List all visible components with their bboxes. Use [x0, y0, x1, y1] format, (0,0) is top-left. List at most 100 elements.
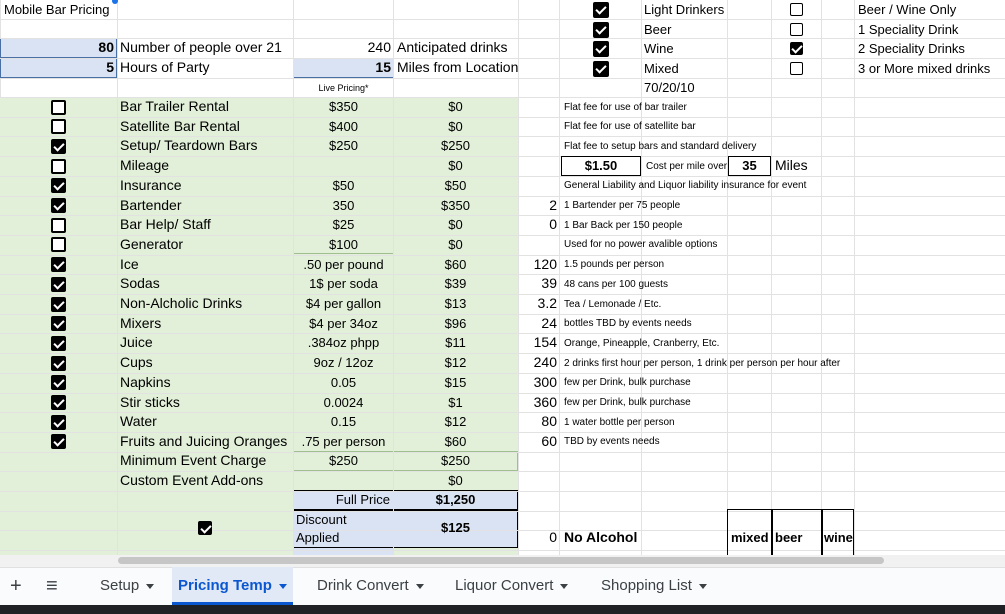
drink-type-checkbox[interactable] — [593, 60, 609, 77]
mileage-rate: $1.50 — [584, 158, 618, 173]
item-checkbox[interactable] — [51, 237, 66, 253]
item-note: few per Drink, bulk purchase — [564, 377, 691, 389]
item-qty: 3.2 — [537, 295, 557, 311]
mini-table-header-beer: beer — [775, 530, 803, 545]
item-cost: $50 — [444, 177, 467, 193]
item-checkbox[interactable] — [51, 99, 66, 115]
miles-value[interactable]: 15 — [293, 58, 391, 77]
mini-table-header-wine: wine — [824, 530, 853, 545]
tab-shopping-list[interactable]: Shopping List — [595, 567, 713, 605]
item-checkbox[interactable] — [51, 316, 66, 332]
item-qty: 60 — [541, 432, 557, 449]
item-cost: $12 — [444, 414, 467, 430]
item-name: Satellite Bar Rental — [120, 117, 240, 134]
full-price-label: Full Price — [335, 492, 390, 507]
mileage-unit: Miles — [775, 157, 808, 173]
item-rate: $400 — [329, 118, 358, 134]
all-sheets-button[interactable]: ≡ — [40, 567, 64, 605]
min-charge-cost: $250 — [441, 453, 470, 468]
item-name: Non-Alcholic Drinks — [120, 295, 243, 311]
menu-icon: ≡ — [46, 575, 58, 597]
item-checkbox[interactable] — [51, 434, 66, 450]
chevron-down-icon[interactable] — [415, 583, 424, 589]
drink-option-checkbox[interactable] — [790, 42, 803, 55]
item-name: Ice — [120, 255, 139, 272]
drink-type-checkbox[interactable] — [593, 41, 609, 57]
sheet-title: Mobile Bar Pricing — [4, 2, 110, 17]
item-note: Orange, Pineapple, Cranberry, Etc. — [564, 337, 720, 349]
item-qty: 39 — [541, 275, 557, 292]
item-rate: $100 — [329, 236, 358, 252]
hours-value[interactable]: 5 — [0, 58, 114, 77]
item-note: TBD by events needs — [564, 436, 660, 448]
drink-option-checkbox[interactable] — [790, 3, 803, 16]
item-rate: $25 — [332, 217, 355, 233]
item-name: Bartender — [120, 196, 182, 213]
item-name: Fruits and Juicing Oranges — [120, 432, 288, 449]
tab-label: Drink Convert — [317, 577, 409, 594]
item-note: Used for no power avalible options — [564, 239, 718, 251]
date-value: 70/20/10 — [644, 80, 695, 95]
item-checkbox[interactable] — [51, 198, 66, 213]
min-charge-label: Minimum Event Charge — [120, 452, 267, 468]
item-rate: 350 — [332, 197, 355, 213]
taskbar — [0, 605, 1005, 614]
tab-pricing-temp[interactable]: Pricing Temp — [172, 567, 293, 605]
item-cost: $0 — [448, 236, 463, 252]
drink-option-label: Beer / Wine Only — [858, 2, 957, 17]
no-alcohol-qty: 0 — [549, 529, 557, 545]
custom-addons-cost: $0 — [448, 473, 463, 488]
item-checkbox[interactable] — [51, 158, 66, 174]
item-cost: $250 — [441, 138, 470, 154]
add-sheet-button[interactable]: + — [4, 567, 28, 605]
item-checkbox[interactable] — [51, 414, 66, 430]
scrollbar-thumb[interactable] — [118, 557, 884, 564]
tab-label: Shopping List — [601, 577, 692, 594]
drink-option-checkbox[interactable] — [790, 22, 803, 36]
drink-option-checkbox[interactable] — [790, 61, 803, 75]
chevron-down-icon[interactable] — [146, 583, 155, 589]
item-name: Mileage — [120, 157, 170, 174]
drink-type-label: Wine — [644, 41, 674, 56]
drink-type-label: Mixed — [644, 60, 679, 76]
tab-liquor-convert[interactable]: Liquor Convert — [449, 567, 574, 605]
item-rate: $4 per gallon — [305, 296, 382, 311]
item-checkbox[interactable] — [51, 296, 66, 312]
item-checkbox[interactable] — [51, 355, 66, 371]
discount-checkbox[interactable] — [198, 521, 212, 535]
chevron-down-icon[interactable] — [560, 583, 569, 589]
item-cost: $0 — [448, 99, 463, 114]
anticipated-value: 240 — [367, 39, 391, 55]
chevron-down-icon[interactable] — [698, 583, 707, 589]
chevron-down-icon[interactable] — [278, 583, 287, 589]
item-qty: 360 — [533, 393, 557, 410]
drink-option-label: 1 Speciality Drink — [858, 21, 959, 37]
item-checkbox[interactable] — [51, 276, 66, 292]
item-checkbox[interactable] — [51, 119, 66, 135]
full-price-value: $1,250 — [435, 492, 476, 507]
tab-setup[interactable]: Setup — [94, 567, 160, 605]
item-checkbox[interactable] — [51, 178, 66, 194]
item-cost: $0 — [448, 217, 463, 233]
item-checkbox[interactable] — [51, 257, 66, 273]
custom-addons-label: Custom Event Add-ons — [120, 472, 264, 488]
item-rate: $4 per 34oz — [309, 315, 378, 331]
item-cost: $13 — [444, 296, 467, 311]
item-checkbox[interactable] — [51, 395, 66, 410]
item-cost: $12 — [444, 355, 467, 371]
item-checkbox[interactable] — [51, 375, 66, 391]
drink-type-checkbox[interactable] — [593, 2, 609, 18]
spreadsheet-grid[interactable]: Mobile Bar Pricing 80 Number of people o… — [0, 0, 1005, 555]
item-checkbox[interactable] — [51, 138, 66, 154]
anticipated-label: Anticipated drinks — [397, 39, 508, 55]
item-checkbox[interactable] — [51, 217, 66, 233]
drink-type-label: Light Drinkers — [644, 2, 725, 17]
item-name: Napkins — [120, 373, 171, 390]
item-checkbox[interactable] — [51, 335, 66, 351]
people-value[interactable]: 80 — [0, 38, 114, 57]
item-note: 1 Bartender per 75 people — [564, 200, 681, 211]
mileage-threshold: 35 — [742, 158, 757, 173]
drink-type-checkbox[interactable] — [593, 21, 609, 38]
tab-drink-convert[interactable]: Drink Convert — [311, 567, 430, 605]
item-name: Juice — [120, 334, 153, 351]
